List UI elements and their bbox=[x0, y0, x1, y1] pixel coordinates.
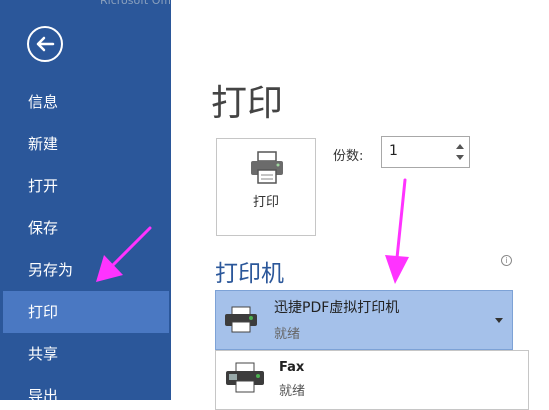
nav-item-print[interactable]: 打印 bbox=[3, 291, 169, 333]
fax-printer-status: 就绪 bbox=[279, 384, 306, 399]
spin-up-icon[interactable] bbox=[455, 141, 465, 151]
nav-item-info[interactable]: 信息 bbox=[0, 81, 171, 123]
back-arrow-icon bbox=[36, 36, 55, 52]
page-title: 打印 bbox=[211, 83, 284, 124]
nav-item-save-as[interactable]: 另存为 bbox=[0, 249, 171, 291]
nav-item-save[interactable]: 保存 bbox=[0, 207, 171, 249]
selected-printer-status: 就绪 bbox=[274, 327, 301, 342]
printer-icon bbox=[251, 151, 283, 184]
printer-option-fax[interactable]: Fax 就绪 bbox=[216, 351, 528, 401]
window-title-clipped: Ricrosoft Office Word 2013 - 打印文档 bbox=[100, 0, 171, 7]
info-icon[interactable]: i bbox=[501, 255, 512, 266]
printer-options-list: Fax 就绪 bbox=[215, 350, 529, 410]
spin-down-icon[interactable] bbox=[455, 153, 465, 163]
copies-label: 份数: bbox=[333, 149, 364, 164]
copies-value: 1 bbox=[389, 143, 398, 159]
nav-item-export[interactable]: 导出 bbox=[0, 375, 171, 400]
print-button[interactable]: 打印 bbox=[216, 138, 316, 236]
backstage-sidebar: Ricrosoft Office Word 2013 - 打印文档 信息 新建 … bbox=[0, 0, 171, 400]
nav-item-share[interactable]: 共享 bbox=[0, 333, 171, 375]
back-button[interactable] bbox=[27, 26, 63, 62]
chevron-down-icon[interactable] bbox=[494, 317, 504, 325]
fax-icon bbox=[226, 362, 264, 393]
fax-printer-name: Fax bbox=[279, 360, 305, 375]
nav-item-open[interactable]: 打开 bbox=[0, 165, 171, 207]
copies-stepper[interactable]: 1 bbox=[381, 136, 470, 168]
printer-icon bbox=[225, 306, 257, 333]
print-panel: 打印 打印 份数: 1 打印机 i 迅捷PDF虚拟打印机 就绪 Fax 就绪 bbox=[171, 0, 549, 410]
printer-section-heading: 打印机 bbox=[215, 261, 284, 287]
print-button-label: 打印 bbox=[252, 195, 279, 210]
printer-dropdown[interactable]: 迅捷PDF虚拟打印机 就绪 bbox=[215, 290, 513, 350]
nav-item-new[interactable]: 新建 bbox=[0, 123, 171, 165]
selected-printer-name: 迅捷PDF虚拟打印机 bbox=[274, 300, 400, 316]
